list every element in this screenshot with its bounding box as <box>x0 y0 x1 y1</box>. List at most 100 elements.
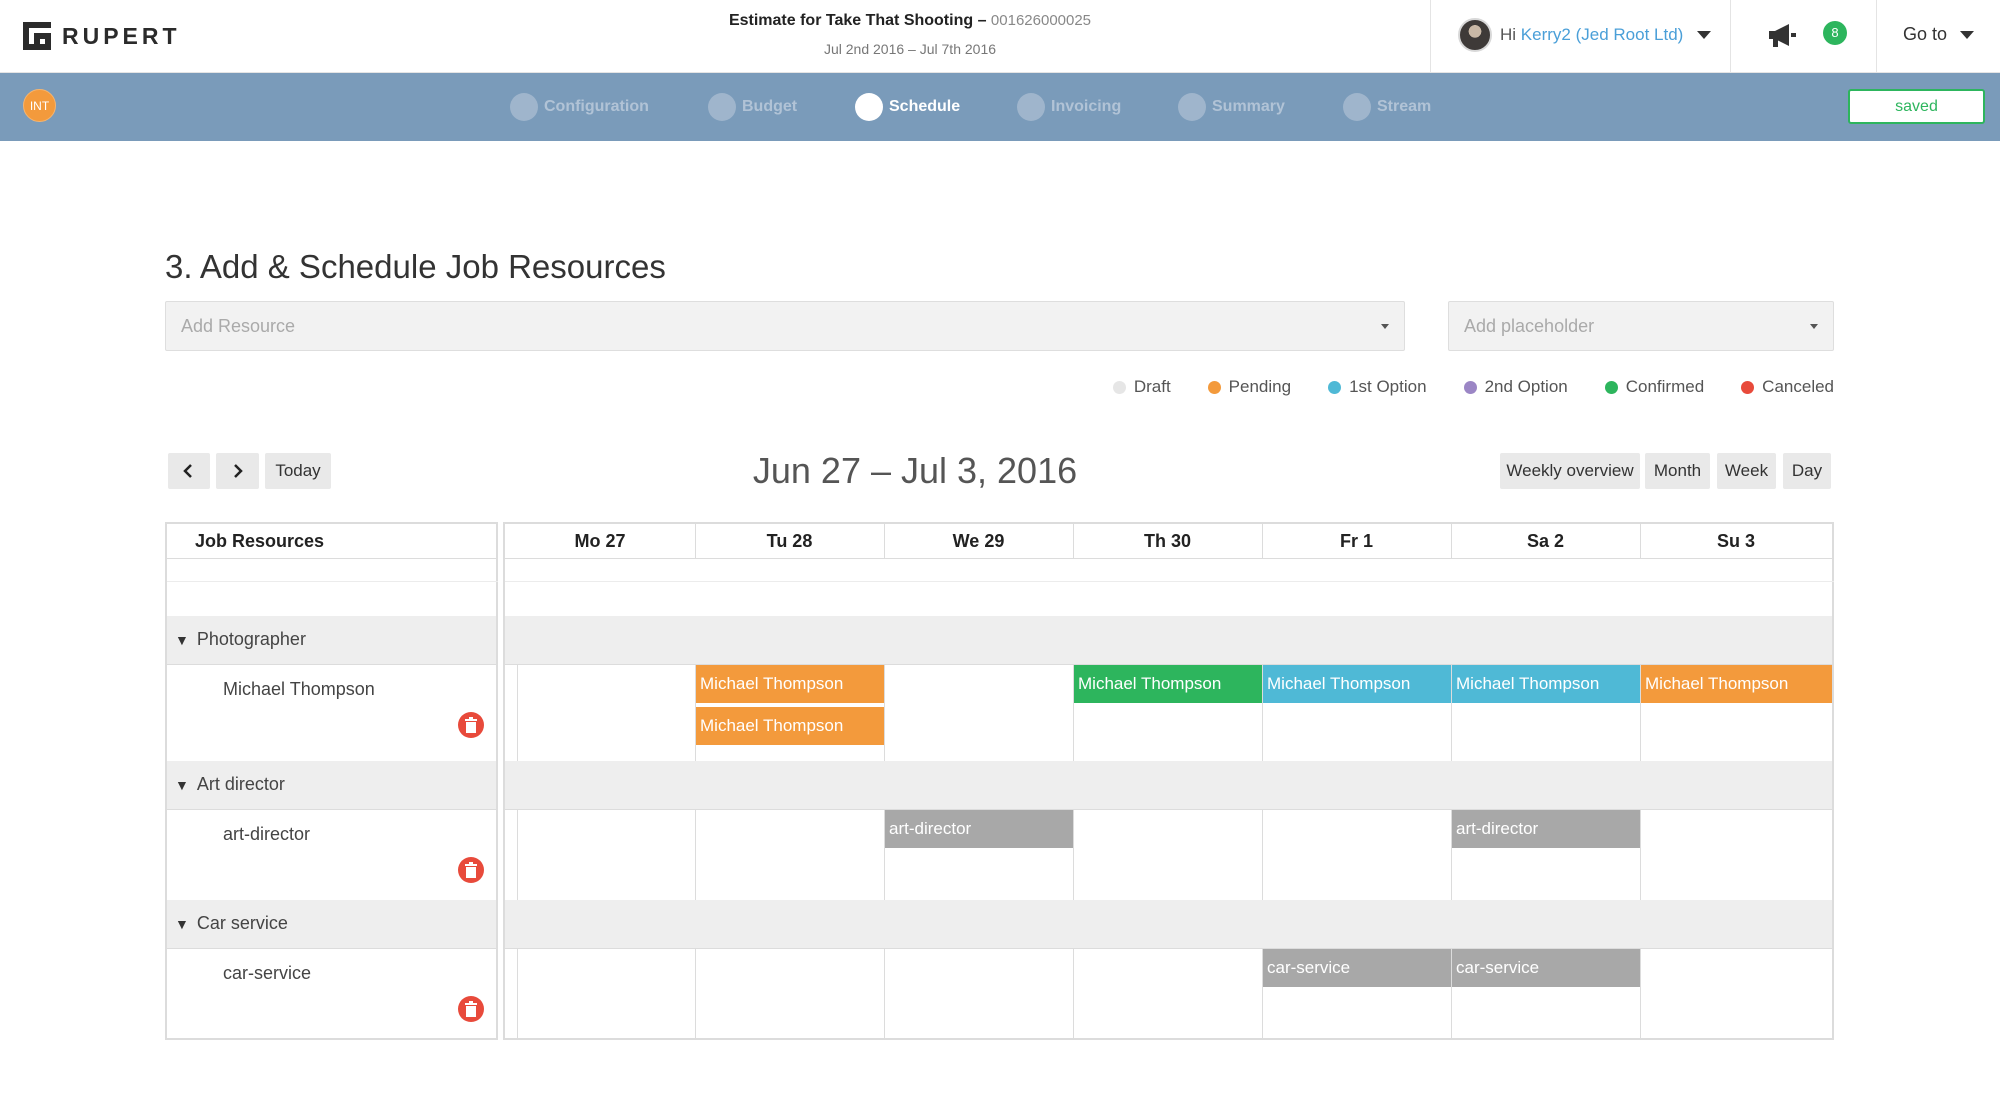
megaphone-icon[interactable] <box>1767 22 1797 48</box>
week-view-button[interactable]: Week <box>1717 453 1776 489</box>
divider <box>517 948 518 1038</box>
trash-icon <box>465 862 477 878</box>
divider <box>1640 948 1641 1038</box>
rupert-logo[interactable]: RUPERT <box>23 21 181 51</box>
delete-resource-button[interactable] <box>458 857 484 883</box>
logo-text: RUPERT <box>62 22 181 49</box>
schedule-grid: Mo 27 Tu 28 We 29 Th 30 Fr 1 Sa 2 Su 3 Michael … <box>503 522 1834 1040</box>
step-label: Summary <box>1212 98 1285 115</box>
day-header[interactable]: Sa 2 <box>1451 524 1640 558</box>
triangle-down-icon[interactable]: ▼ <box>175 916 189 932</box>
goto-menu[interactable]: Go to <box>1903 24 1975 45</box>
status-dot-icon <box>1463 380 1477 394</box>
step-label: Invoicing <box>1051 98 1122 115</box>
day-header[interactable]: Th 30 <box>1073 524 1262 558</box>
notification-count-badge[interactable]: 8 <box>1823 21 1847 45</box>
day-header[interactable]: We 29 <box>884 524 1073 558</box>
saved-status-button[interactable]: saved <box>1848 89 1985 124</box>
schedule-event[interactable]: Michael Thompson <box>696 665 884 703</box>
add-placeholder-placeholder: Add placeholder <box>1464 316 1595 336</box>
schedule-event[interactable]: car-service <box>1263 949 1451 987</box>
legend-item: 1st Option <box>1328 377 1427 397</box>
step-stream[interactable]: Stream <box>1343 93 1431 121</box>
status-dot-icon <box>1741 380 1755 394</box>
day-header[interactable]: Mo 27 <box>505 524 695 558</box>
status-legend: Draft Pending 1st Option 2nd Option Confirme… <box>1112 377 1834 397</box>
divider <box>167 581 498 582</box>
goto-label: Go to <box>1903 24 1948 44</box>
schedule-event[interactable]: Michael Thompson <box>696 707 884 745</box>
group-row-art-director[interactable]: ▼ Art director <box>167 761 496 809</box>
step-circle-icon <box>1017 93 1045 121</box>
add-resource-placeholder: Add Resource <box>181 316 296 336</box>
logo-icon <box>23 22 51 50</box>
step-schedule[interactable]: Schedule <box>855 93 960 121</box>
chevron-right-icon <box>234 464 243 478</box>
step-circle-icon <box>1343 93 1371 121</box>
group-row-car-service <box>505 900 1832 948</box>
step-invoicing[interactable]: Invoicing <box>1017 93 1121 121</box>
divider <box>1262 809 1263 900</box>
step-circle-icon <box>1178 93 1206 121</box>
divider <box>1430 0 1431 73</box>
group-row-photographer[interactable]: ▼ Photographer <box>167 616 496 664</box>
day-header[interactable]: Fr 1 <box>1262 524 1451 558</box>
user-menu[interactable]: Hi Kerry2 (Jed Root Ltd) <box>1458 17 1712 53</box>
user-name[interactable]: Kerry2 (Jed Root Ltd) <box>1521 25 1684 44</box>
chevron-down-icon <box>1381 324 1389 329</box>
schedule-event[interactable]: Michael Thompson <box>1074 665 1262 703</box>
day-header[interactable]: Tu 28 <box>695 524 884 558</box>
chevron-down-icon[interactable] <box>1697 31 1712 39</box>
page-title: 3. Add & Schedule Job Resources <box>165 248 666 285</box>
legend-label: Draft <box>1133 377 1171 396</box>
triangle-down-icon[interactable]: ▼ <box>175 777 189 793</box>
next-week-button[interactable] <box>216 453 259 489</box>
wizard-steps: Configuration Budget Schedule Invoicing Summ… <box>0 73 2000 141</box>
legend-item: Confirmed <box>1604 377 1704 397</box>
legend-item: Canceled <box>1741 377 1834 397</box>
schedule-event[interactable]: art-director <box>1452 810 1640 848</box>
legend-label: 1st Option <box>1349 377 1427 396</box>
schedule-event[interactable]: Michael Thompson <box>1452 665 1640 703</box>
step-summary[interactable]: Summary <box>1178 93 1285 121</box>
divider <box>505 558 1834 559</box>
add-resource-select[interactable]: Add Resource <box>165 301 1405 351</box>
delete-resource-button[interactable] <box>458 996 484 1022</box>
estimate-name: Estimate for Take That Shooting – <box>728 12 987 29</box>
weekly-overview-button[interactable]: Weekly overview <box>1500 453 1640 489</box>
divider <box>167 809 498 810</box>
group-row-car-service[interactable]: ▼ Car service <box>167 900 496 948</box>
schedule-event[interactable]: Michael Thompson <box>1641 665 1832 703</box>
group-row-photographer <box>505 616 1832 664</box>
resource-name: Michael Thompson <box>223 679 375 699</box>
schedule-event[interactable]: Michael Thompson <box>1263 665 1451 703</box>
divider <box>1073 809 1074 900</box>
legend-label: Pending <box>1228 377 1292 396</box>
step-circle-icon <box>708 93 736 121</box>
divider <box>884 524 885 558</box>
month-view-button[interactable]: Month <box>1645 453 1710 489</box>
add-placeholder-select[interactable]: Add placeholder <box>1448 301 1834 351</box>
delete-resource-button[interactable] <box>458 712 484 738</box>
day-view-button[interactable]: Day <box>1783 453 1831 489</box>
triangle-down-icon[interactable]: ▼ <box>175 632 189 648</box>
divider <box>167 948 498 949</box>
step-budget[interactable]: Budget <box>708 93 797 121</box>
divider <box>1262 524 1263 558</box>
step-configuration[interactable]: Configuration <box>510 93 649 121</box>
schedule-event[interactable]: car-service <box>1452 949 1640 987</box>
today-button[interactable]: Today <box>265 453 331 489</box>
schedule-event[interactable]: art-director <box>885 810 1073 848</box>
wizard-step-bar: INT Configuration Budget Schedule Invoicing… <box>0 73 2000 141</box>
legend-item: Pending <box>1207 377 1292 397</box>
divider <box>505 581 1834 582</box>
trash-icon <box>465 717 477 733</box>
day-header[interactable]: Su 3 <box>1640 524 1832 558</box>
step-label: Schedule <box>889 98 961 115</box>
divider <box>884 948 885 1038</box>
chevron-down-icon <box>1960 30 1975 39</box>
prev-week-button[interactable] <box>168 453 210 489</box>
divider <box>695 948 696 1038</box>
divider <box>1730 0 1731 73</box>
divider <box>1073 524 1074 558</box>
